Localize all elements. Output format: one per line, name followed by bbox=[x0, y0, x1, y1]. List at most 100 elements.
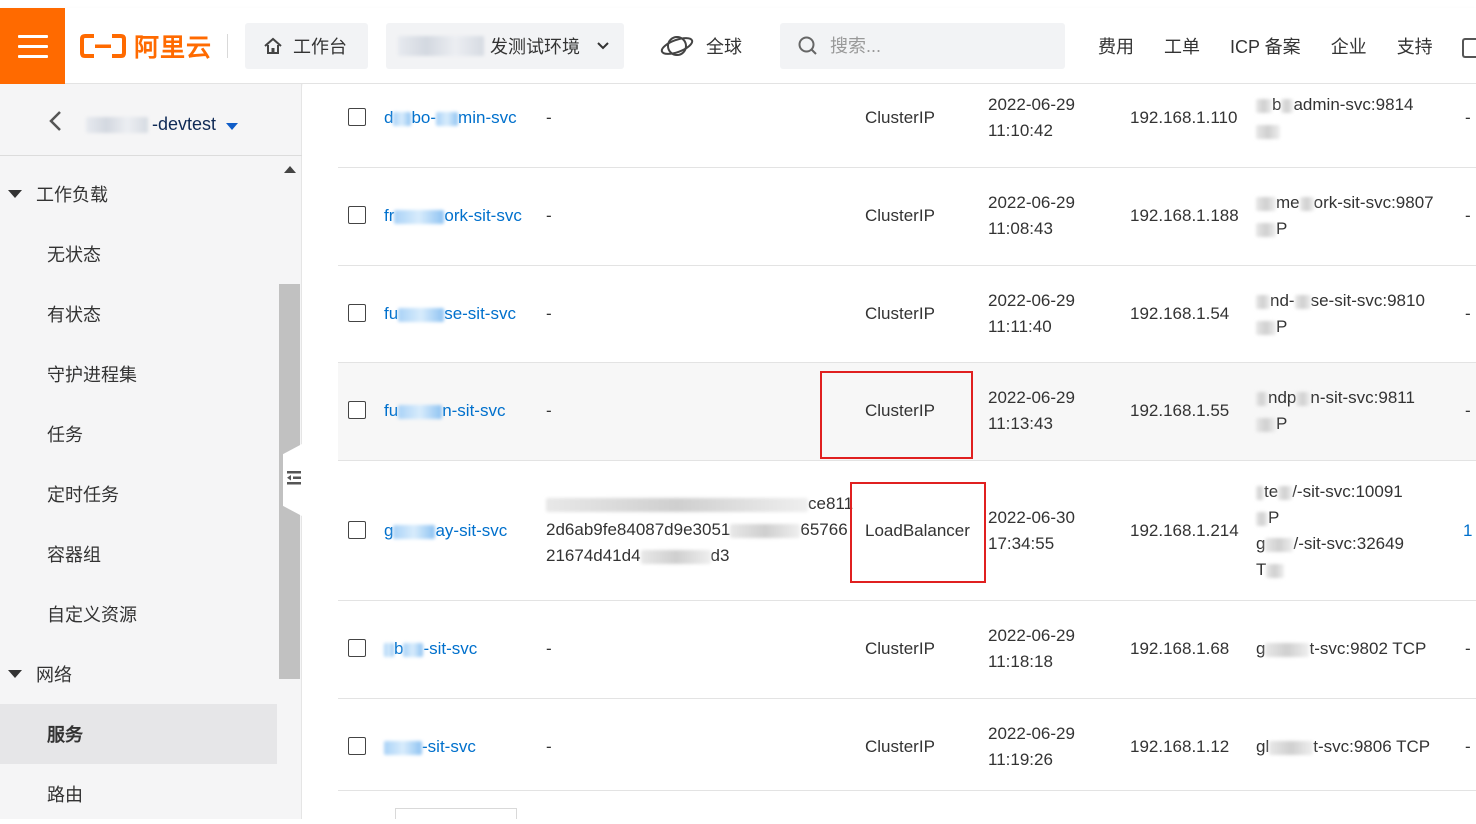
search-input[interactable] bbox=[830, 35, 1050, 57]
external-ip: - bbox=[546, 304, 552, 323]
menu-group-label: 工作负载 bbox=[36, 185, 108, 205]
redacted-text bbox=[398, 404, 443, 419]
created-date: 2022-06-29 bbox=[988, 95, 1075, 114]
sidebar-item-jobs[interactable]: 任务 bbox=[0, 404, 277, 464]
hostname-part: 21674d41d4 bbox=[546, 546, 641, 565]
sidebar-item-services[interactable]: 服务 bbox=[0, 704, 277, 764]
back-arrow-icon[interactable] bbox=[48, 110, 62, 132]
external-endpoint-port: g /-sit-svc:32649 bbox=[1256, 531, 1404, 557]
internal-endpoint-protocol: P bbox=[1256, 505, 1279, 531]
app-icon[interactable] bbox=[1462, 38, 1476, 58]
region-selector[interactable]: 全球 bbox=[660, 23, 742, 69]
redacted-text bbox=[1256, 294, 1270, 309]
divider bbox=[227, 34, 228, 58]
top-links: 费用 工单 ICP 备案 企业 支持 bbox=[1098, 23, 1433, 69]
endpoint-part: T bbox=[1256, 560, 1267, 579]
service-name-link[interactable]: fu se-sit-svc bbox=[384, 301, 516, 327]
redacted-text bbox=[1256, 417, 1276, 432]
collapse-sidebar-icon[interactable] bbox=[287, 470, 301, 486]
annotation-highlight-clusterip bbox=[820, 371, 973, 459]
endpoint-part: se-sit-svc:9810 bbox=[1310, 291, 1425, 310]
cluster-name-label: -devtest bbox=[152, 114, 217, 134]
service-name-link[interactable]: g ay-sit-svc bbox=[384, 518, 507, 544]
service-name-link[interactable]: -sit-svc bbox=[384, 734, 476, 760]
row-checkbox[interactable] bbox=[348, 737, 366, 755]
service-type: ClusterIP bbox=[865, 639, 935, 658]
table-row: fu se-sit-svc - ClusterIP 2022-06-29 11:1… bbox=[338, 266, 1476, 363]
row-checkbox[interactable] bbox=[348, 108, 366, 126]
external-ip: - bbox=[546, 639, 552, 658]
endpoint-part: t-svc:9806 TCP bbox=[1313, 737, 1431, 756]
redacted-text bbox=[730, 523, 801, 538]
billing-link[interactable]: 费用 bbox=[1098, 33, 1134, 59]
hostname-part: 2d6ab9fe84087d9e3051 bbox=[546, 520, 731, 539]
support-link[interactable]: 支持 bbox=[1397, 33, 1433, 59]
icp-link[interactable]: ICP 备案 bbox=[1230, 33, 1301, 59]
sidebar-item-daemonsets[interactable]: 守护进程集 bbox=[0, 344, 277, 404]
sidebar-item-deployments[interactable]: 无状态 bbox=[0, 224, 277, 284]
external-ip: - bbox=[546, 206, 552, 225]
search-icon bbox=[798, 36, 817, 55]
search-box[interactable] bbox=[780, 23, 1065, 69]
created-date: 2022-06-29 bbox=[988, 388, 1075, 407]
environment-selector[interactable]: 发测试环境 bbox=[386, 23, 624, 69]
created-date: 2022-06-29 bbox=[988, 291, 1075, 310]
cluster-selector[interactable]: -devtest bbox=[86, 114, 239, 135]
row-checkbox[interactable] bbox=[348, 639, 366, 657]
endpoint-part: b bbox=[1272, 95, 1282, 114]
row-checkbox[interactable] bbox=[348, 206, 366, 224]
redacted-text bbox=[1256, 485, 1264, 500]
internal-endpoint: gl t-svc:9806 TCP bbox=[1256, 734, 1430, 760]
external-endpoint-link[interactable]: 1 bbox=[1463, 518, 1472, 544]
sidebar-item-ingresses[interactable]: 路由 bbox=[0, 764, 277, 824]
sidebar-item-cronjobs[interactable]: 定时任务 bbox=[0, 464, 277, 524]
service-name-link[interactable]: fr ork-sit-svc bbox=[384, 203, 522, 229]
hostname-part: 65766 bbox=[800, 520, 848, 539]
sidebar-item-pods[interactable]: 容器组 bbox=[0, 524, 277, 584]
row-checkbox[interactable] bbox=[348, 521, 366, 539]
enterprise-link[interactable]: 企业 bbox=[1331, 33, 1367, 59]
menu-group-network[interactable]: 网络 bbox=[0, 644, 277, 704]
cluster-ip: 192.168.1.68 bbox=[1130, 639, 1230, 658]
redacted-text bbox=[640, 549, 711, 564]
table-row: fr ork-sit-svc - ClusterIP 2022-06-29 11:… bbox=[338, 168, 1476, 266]
scroll-up-icon[interactable] bbox=[284, 166, 296, 173]
service-name-link[interactable]: fu n-sit-svc bbox=[384, 398, 505, 424]
service-name-link[interactable]: d bo-min-svc bbox=[384, 105, 517, 131]
menu-group-workloads[interactable]: 工作负载 bbox=[0, 164, 277, 224]
cluster-ip: 192.168.1.214 bbox=[1130, 521, 1239, 540]
redacted-text bbox=[384, 740, 422, 755]
endpoint-part: admin-svc:9814 bbox=[1293, 95, 1414, 114]
caret-down-icon bbox=[226, 122, 239, 130]
logo-text: 阿里云 bbox=[134, 34, 213, 62]
service-type: ClusterIP bbox=[865, 304, 935, 323]
service-type: ClusterIP bbox=[865, 206, 935, 225]
external-ip: - bbox=[546, 401, 552, 420]
workbench-button[interactable]: 工作台 bbox=[245, 23, 368, 69]
sidebar-item-custom-resources[interactable]: 自定义资源 bbox=[0, 584, 277, 644]
row-checkbox[interactable] bbox=[348, 304, 366, 322]
created-time: 11:19:26 bbox=[988, 750, 1053, 769]
redacted-text bbox=[1265, 642, 1310, 657]
redacted-text bbox=[1256, 320, 1276, 335]
ticket-link[interactable]: 工单 bbox=[1164, 33, 1200, 59]
endpoint-part: P bbox=[1276, 414, 1288, 433]
external-endpoint-protocol: T bbox=[1256, 557, 1285, 583]
redacted-text bbox=[86, 116, 148, 133]
service-name-link[interactable]: b -sit-svc bbox=[384, 636, 477, 662]
menu-icon[interactable] bbox=[0, 8, 65, 84]
internal-endpoint: te /-sit-svc:10091 bbox=[1256, 479, 1403, 505]
name-part: fu bbox=[384, 304, 399, 323]
pagination-button[interactable] bbox=[395, 808, 517, 819]
created-time: 11:18:18 bbox=[988, 652, 1053, 671]
name-part: -sit-svc bbox=[423, 639, 478, 658]
sidebar-header: -devtest bbox=[0, 84, 302, 156]
redacted-text bbox=[403, 642, 424, 657]
row-checkbox[interactable] bbox=[348, 401, 366, 419]
redacted-text bbox=[1299, 196, 1314, 211]
redacted-text bbox=[1256, 196, 1276, 211]
sidebar-item-statefulsets[interactable]: 有状态 bbox=[0, 284, 277, 344]
aliyun-logo[interactable]: 阿里云 bbox=[80, 8, 212, 84]
redacted-text bbox=[393, 524, 436, 539]
name-part: fu bbox=[384, 401, 399, 420]
